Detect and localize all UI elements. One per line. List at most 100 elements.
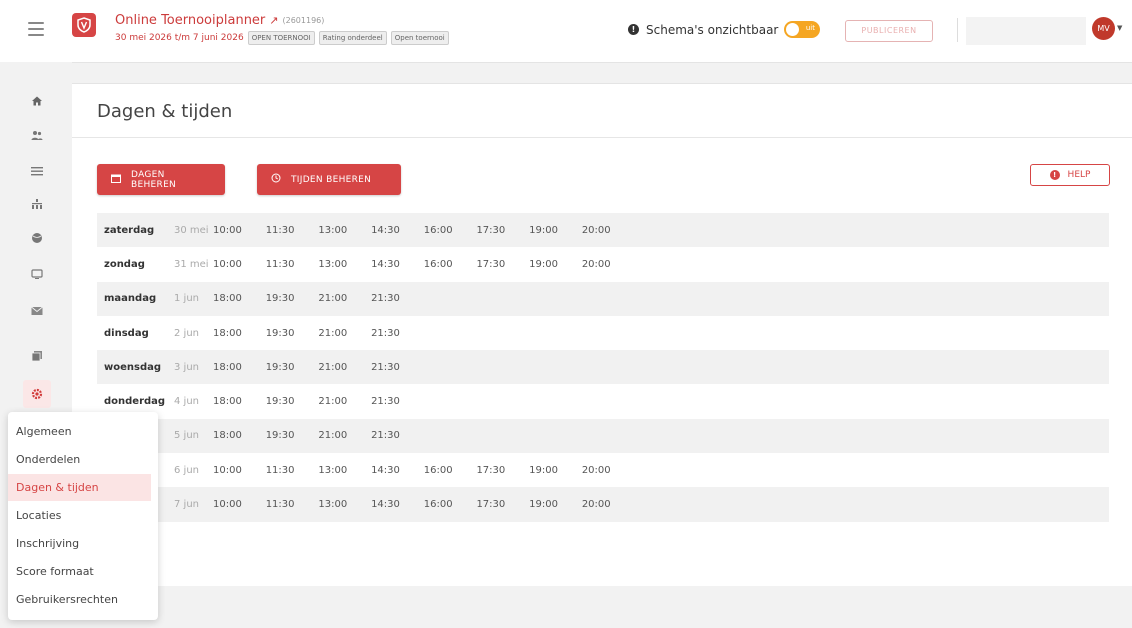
menu-item-gebruikersrechten[interactable]: Gebruikersrechten	[8, 586, 158, 613]
title-divider	[72, 137, 1132, 138]
app-title[interactable]: Online Toernooiplanner	[115, 13, 265, 28]
time-cell: 11:30	[265, 224, 295, 236]
time-cell: 18:00	[213, 293, 242, 305]
date-cell: 2 jun	[174, 327, 199, 339]
time-cell: 21:00	[318, 361, 348, 373]
time-cell: 19:00	[529, 258, 558, 270]
screen-icon[interactable]	[28, 265, 46, 283]
external-link-icon[interactable]: ↗	[269, 14, 278, 27]
time-cell: 21:00	[318, 430, 348, 442]
time-cell: 19:30	[265, 430, 295, 442]
header-divider	[957, 18, 958, 42]
time-cell: 13:00	[318, 224, 348, 236]
tag-open-toernooi: OPEN TOERNOOI	[247, 31, 315, 45]
day-cell: woensdag	[104, 361, 162, 373]
manage-days-button[interactable]: DAGEN BEHEREN	[97, 164, 225, 195]
day-cell: dinsdag	[104, 327, 149, 339]
time-cell: 17:30	[476, 464, 506, 476]
tag-rating-onderdeel: Rating onderdeel	[318, 31, 387, 45]
time-cell: 10:00	[213, 499, 242, 511]
time-cell: 11:30	[265, 464, 295, 476]
time-cell: 20:00	[581, 464, 611, 476]
manage-times-label: TIJDEN BEHEREN	[291, 174, 372, 185]
user-name-area[interactable]	[966, 17, 1086, 45]
time-cell: 21:30	[371, 396, 400, 408]
avatar[interactable]: MV	[1092, 17, 1115, 40]
time-cell: 11:30	[265, 499, 295, 511]
table-row: maandag 1 jun 18:00 19:30 21:00 21:30	[97, 281, 1109, 316]
time-cell: 19:30	[265, 293, 295, 305]
date-cell: 3 jun	[174, 361, 199, 373]
documents-icon[interactable]	[28, 347, 46, 365]
time-cell: 19:30	[265, 361, 295, 373]
time-cell: 10:00	[213, 464, 242, 476]
manage-times-button[interactable]: TIJDEN BEHEREN	[257, 164, 401, 195]
time-cell: 19:00	[529, 464, 558, 476]
toggle-knob	[786, 23, 799, 36]
date-cell: 30 mei	[174, 224, 209, 236]
date-cell: 31 mei	[174, 258, 209, 270]
table-row: 7 jun 10:00 11:30 13:00 14:30 16:00 17:30 19:00…	[97, 487, 1109, 522]
menu-item-dagen-tijden[interactable]: Dagen & tijden	[8, 474, 151, 501]
hamburger-menu-icon[interactable]	[28, 22, 44, 36]
clock-icon	[271, 173, 281, 186]
home-icon[interactable]	[28, 92, 46, 110]
shield-logo-icon	[72, 13, 96, 37]
mail-icon[interactable]	[28, 302, 46, 320]
time-cell: 21:30	[371, 430, 400, 442]
menu-item-locaties[interactable]: Locaties	[8, 502, 158, 529]
time-cell: 18:00	[213, 430, 242, 442]
day-cell: zondag	[104, 258, 145, 270]
schema-visibility-label: Schema's onzichtbaar	[646, 23, 779, 37]
time-cell: 19:00	[529, 224, 558, 236]
users-icon[interactable]	[28, 126, 46, 144]
schedule-table: zaterdag 30 mei 10:00 11:30 13:00 14:30 16:00 1…	[97, 213, 1109, 522]
schema-visibility-toggle[interactable]: uit	[784, 21, 820, 38]
menu-item-algemeen[interactable]: Algemeen	[8, 418, 158, 445]
publish-button[interactable]: PUBLICEREN	[845, 20, 933, 42]
time-cell: 16:00	[423, 499, 453, 511]
footer-area	[72, 586, 1132, 628]
date-range: 30 mei 2026 t/m 7 juni 2026	[115, 33, 244, 43]
list-icon[interactable]	[28, 162, 46, 180]
time-cell: 11:30	[265, 258, 295, 270]
bracket-icon[interactable]	[28, 195, 46, 213]
time-cell: 18:00	[213, 396, 242, 408]
day-cell: zaterdag	[104, 224, 155, 236]
time-cell: 19:30	[265, 396, 295, 408]
toggle-label: uit	[805, 24, 815, 32]
time-cell: 17:30	[476, 258, 506, 270]
time-cell: 14:30	[371, 464, 400, 476]
content-card: Dagen & tijden DAGEN BEHEREN TIJDEN BEHE…	[72, 83, 1132, 587]
day-cell: maandag	[104, 293, 157, 305]
time-cell: 14:30	[371, 258, 400, 270]
settings-icon[interactable]	[23, 380, 51, 408]
time-cell: 21:00	[318, 396, 348, 408]
time-cell: 14:30	[371, 499, 400, 511]
help-icon: !	[1049, 170, 1060, 180]
help-button[interactable]: ! HELP	[1030, 164, 1110, 186]
time-cell: 19:00	[529, 499, 558, 511]
calendar-icon	[111, 174, 121, 186]
date-cell: 5 jun	[174, 430, 199, 442]
table-row: zaterdag 30 mei 10:00 11:30 13:00 14:30 16:00 1…	[97, 213, 1109, 248]
time-cell: 20:00	[581, 224, 611, 236]
table-row: 5 jun 18:00 19:30 21:00 21:30	[97, 418, 1109, 454]
time-cell: 18:00	[213, 327, 242, 339]
time-cell: 19:30	[265, 327, 295, 339]
tournament-id: (2601196)	[282, 16, 325, 25]
time-cell: 16:00	[423, 464, 453, 476]
time-cell: 21:30	[371, 293, 400, 305]
time-cell: 21:00	[318, 293, 348, 305]
time-cell: 21:30	[371, 361, 400, 373]
menu-item-inschrijving[interactable]: Inschrijving	[8, 530, 158, 557]
time-cell: 10:00	[213, 224, 242, 236]
settings-menu: Algemeen Onderdelen Dagen & tijden Locaties…	[8, 412, 158, 620]
ball-icon[interactable]	[28, 229, 46, 247]
time-cell: 17:30	[476, 224, 506, 236]
menu-item-score-formaat[interactable]: Score formaat	[8, 558, 158, 585]
info-icon: !	[628, 24, 639, 35]
day-cell: donderdag	[104, 396, 166, 408]
chevron-down-icon[interactable]: ▼	[1117, 24, 1122, 32]
menu-item-onderdelen[interactable]: Onderdelen	[8, 446, 158, 473]
